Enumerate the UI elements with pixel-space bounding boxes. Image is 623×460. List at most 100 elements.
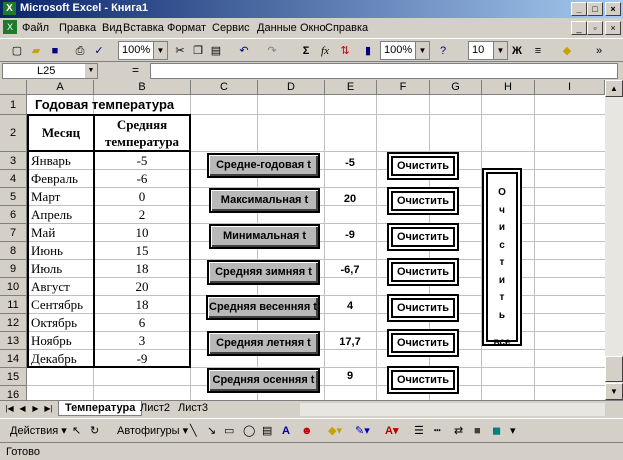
last-sheet-icon[interactable]: ▶| bbox=[43, 403, 54, 415]
month-cell[interactable]: Октябрь bbox=[31, 315, 77, 331]
sort-icon[interactable]: ⇅ bbox=[336, 42, 354, 60]
month-cell[interactable]: Июль bbox=[31, 261, 62, 277]
oval-icon[interactable]: ◯ bbox=[243, 423, 255, 439]
arrow-icon[interactable]: ↘ bbox=[207, 423, 216, 439]
avg-spring-button[interactable]: Средняя весенняя t bbox=[206, 295, 320, 320]
prev-sheet-icon[interactable]: ◀ bbox=[17, 403, 28, 415]
select-all-corner[interactable] bbox=[0, 80, 27, 95]
menu-view[interactable]: Вид bbox=[102, 22, 122, 34]
temp-cell[interactable]: 2 bbox=[95, 207, 189, 223]
rectangle-icon[interactable]: ▭ bbox=[224, 423, 234, 439]
row-header-3[interactable]: 3 bbox=[0, 152, 27, 170]
menu-tools[interactable]: Сервис bbox=[212, 22, 250, 34]
wordart-icon[interactable]: A bbox=[282, 423, 290, 439]
column-header-e[interactable]: E bbox=[325, 80, 377, 95]
row-header-13[interactable]: 13 bbox=[0, 332, 27, 350]
autoshapes-menu[interactable]: Автофигуры ▾ bbox=[117, 423, 188, 439]
doc-close-button[interactable]: × bbox=[605, 21, 621, 35]
fill-color-icon[interactable]: ◆▾ bbox=[328, 423, 342, 439]
clear-winter-button[interactable]: Очистить bbox=[387, 258, 459, 286]
shadow-icon[interactable]: ■ bbox=[474, 423, 481, 439]
row-header-1[interactable]: 1 bbox=[0, 95, 27, 115]
avg-yearly-button[interactable]: Средне-годовая t bbox=[207, 153, 320, 178]
maximize-button[interactable]: □ bbox=[587, 2, 603, 16]
month-cell[interactable]: Май bbox=[31, 225, 55, 241]
scroll-thumb[interactable] bbox=[605, 356, 623, 382]
clear-autumn-button[interactable]: Очистить bbox=[387, 366, 459, 394]
clipart-icon[interactable]: ☻ bbox=[301, 423, 313, 439]
row-header-14[interactable]: 14 bbox=[0, 350, 27, 368]
clear-all-button[interactable]: О ч и с т и т ь все bbox=[482, 168, 522, 348]
chart-wizard-icon[interactable]: ▮ bbox=[359, 42, 377, 60]
tab-temperature[interactable]: Температура bbox=[58, 401, 143, 416]
temp-cell[interactable]: 15 bbox=[95, 243, 189, 259]
undo-icon[interactable]: ↶ bbox=[235, 42, 253, 60]
name-box[interactable]: L25 ▼ bbox=[2, 63, 98, 79]
avg-autumn-button[interactable]: Средняя осенняя t bbox=[207, 368, 320, 393]
free-rotate-icon[interactable]: ↻ bbox=[90, 423, 99, 439]
temp-cell[interactable]: 18 bbox=[95, 261, 189, 277]
function-icon[interactable]: fx bbox=[316, 42, 334, 60]
select-arrow-icon[interactable]: ↖ bbox=[72, 423, 81, 439]
menu-help[interactable]: Справка bbox=[325, 22, 368, 34]
month-cell[interactable]: Сентябрь bbox=[31, 297, 83, 313]
month-cell[interactable]: Август bbox=[31, 279, 70, 295]
fill-color-icon[interactable]: ◆ bbox=[558, 42, 576, 60]
clear-avg-yearly-button[interactable]: Очистить bbox=[387, 152, 459, 180]
line-style-icon[interactable]: ☰ bbox=[414, 423, 424, 439]
column-header-d[interactable]: D bbox=[258, 80, 325, 95]
spelling-icon[interactable]: ✓ bbox=[90, 42, 108, 60]
excel-app-icon[interactable]: X bbox=[3, 2, 16, 15]
tab-sheet2[interactable]: Лист2 bbox=[134, 401, 176, 416]
formula-input[interactable] bbox=[150, 63, 618, 79]
formula-equals-icon[interactable]: = bbox=[132, 63, 139, 77]
worksheet-grid[interactable]: A B C D E F G H I 1 2 3 4 5 6 7 8 9 10 1… bbox=[0, 80, 605, 400]
3d-icon[interactable]: ◼ bbox=[492, 423, 501, 439]
arrow-style-icon[interactable]: ⇄ bbox=[454, 423, 463, 439]
redo-icon[interactable]: ↷ bbox=[263, 42, 281, 60]
actions-menu[interactable]: Действия ▾ bbox=[10, 423, 67, 439]
column-header-f[interactable]: F bbox=[377, 80, 430, 95]
month-cell[interactable]: Февраль bbox=[31, 171, 78, 187]
help-icon[interactable]: ? bbox=[434, 42, 452, 60]
temp-cell[interactable]: 6 bbox=[95, 315, 189, 331]
clear-spring-button[interactable]: Очистить bbox=[387, 294, 459, 322]
row-header-4[interactable]: 4 bbox=[0, 170, 27, 188]
next-sheet-icon[interactable]: ▶ bbox=[30, 403, 41, 415]
workbook-icon[interactable]: X bbox=[3, 20, 17, 34]
minimize-button[interactable]: _ bbox=[571, 2, 587, 16]
temp-cell[interactable]: 18 bbox=[95, 297, 189, 313]
month-cell[interactable]: Декабрь bbox=[31, 351, 77, 367]
column-header-i[interactable]: I bbox=[535, 80, 605, 95]
align-center-icon[interactable]: ≡ bbox=[529, 42, 547, 60]
temp-cell[interactable]: 20 bbox=[95, 279, 189, 295]
more-options-icon[interactable]: ▾ bbox=[510, 423, 516, 439]
line-color-icon[interactable]: ✎▾ bbox=[355, 423, 370, 439]
scroll-down-icon[interactable]: ▼ bbox=[605, 383, 623, 400]
temp-cell[interactable]: -5 bbox=[95, 153, 189, 169]
save-icon[interactable]: ■ bbox=[46, 42, 64, 60]
paste-icon[interactable]: ▤ bbox=[207, 42, 225, 60]
menu-format[interactable]: Формат bbox=[167, 22, 206, 34]
avg-summer-button[interactable]: Средняя летняя t bbox=[207, 331, 320, 356]
print-icon[interactable]: ⎙ bbox=[71, 42, 89, 60]
vertical-scrollbar[interactable]: ▲ ▼ bbox=[605, 80, 623, 400]
horizontal-scrollbar[interactable] bbox=[300, 403, 605, 416]
month-cell[interactable]: Январь bbox=[31, 153, 71, 169]
toolbar-options-icon[interactable]: » bbox=[590, 42, 608, 60]
menu-edit[interactable]: Правка bbox=[59, 22, 96, 34]
new-file-icon[interactable]: ▢ bbox=[8, 42, 26, 60]
column-header-c[interactable]: C bbox=[191, 80, 258, 95]
cut-icon[interactable]: ✂ bbox=[171, 42, 189, 60]
first-sheet-icon[interactable]: |◀ bbox=[4, 403, 15, 415]
column-header-g[interactable]: G bbox=[430, 80, 482, 95]
row-header-9[interactable]: 9 bbox=[0, 260, 27, 278]
month-cell[interactable]: Июнь bbox=[31, 243, 63, 259]
font-color-icon[interactable]: A▾ bbox=[385, 423, 398, 439]
max-temp-button[interactable]: Максимальная t bbox=[209, 188, 320, 213]
menu-data[interactable]: Данные bbox=[257, 22, 297, 34]
row-header-8[interactable]: 8 bbox=[0, 242, 27, 260]
textbox-icon[interactable]: ▤ bbox=[262, 423, 272, 439]
month-cell[interactable]: Ноябрь bbox=[31, 333, 72, 349]
scroll-up-icon[interactable]: ▲ bbox=[605, 80, 623, 97]
